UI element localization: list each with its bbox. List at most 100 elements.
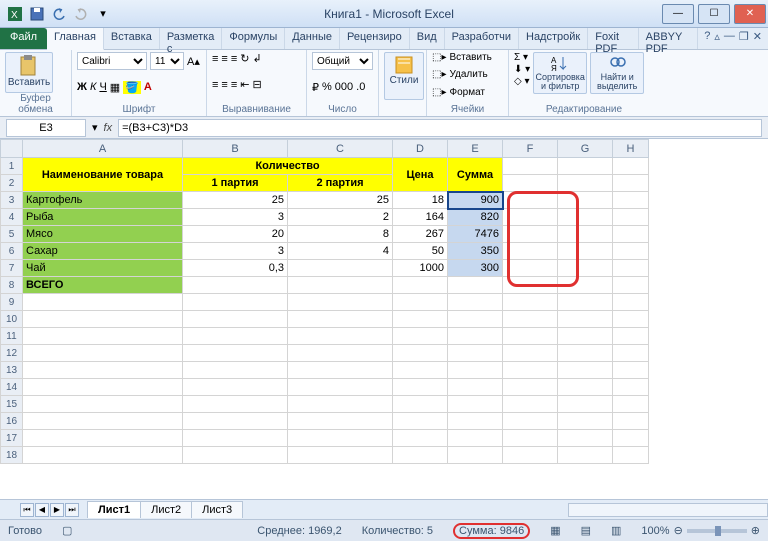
zoom-out-icon[interactable]: ⊖ bbox=[674, 524, 683, 537]
align-top-icon[interactable]: ≡ bbox=[212, 53, 218, 65]
cell-delete-icon[interactable]: ⬚▸ bbox=[432, 69, 446, 80]
fx-icon[interactable]: fx bbox=[104, 122, 113, 134]
close-button[interactable]: ✕ bbox=[734, 4, 766, 24]
table-row[interactable]: 5 Мясо 20 8 267 7476 bbox=[1, 226, 649, 243]
underline-icon[interactable]: Ч bbox=[99, 81, 106, 93]
decimal-inc-icon[interactable]: .0 bbox=[356, 81, 365, 93]
cell[interactable]: 2 партия bbox=[288, 175, 393, 192]
cell[interactable]: Чай bbox=[23, 260, 183, 277]
cell-selected[interactable]: 820 bbox=[448, 209, 503, 226]
cells-delete-button[interactable]: Удалить bbox=[449, 69, 487, 80]
cell-selected[interactable]: 7476 bbox=[448, 226, 503, 243]
percent-icon[interactable]: % bbox=[322, 81, 332, 93]
cell[interactable] bbox=[288, 260, 393, 277]
sort-filter-button[interactable]: AЯ Сортировка и фильтр bbox=[533, 52, 587, 94]
orientation-icon[interactable]: ↻ bbox=[240, 52, 249, 65]
name-box[interactable] bbox=[6, 119, 86, 137]
find-button[interactable]: Найти и выделить bbox=[590, 52, 644, 94]
cell[interactable]: 25 bbox=[288, 192, 393, 209]
cells-format-button[interactable]: Формат bbox=[449, 87, 485, 98]
cell[interactable]: ВСЕГО bbox=[23, 277, 183, 294]
currency-icon[interactable]: ₽ bbox=[312, 81, 319, 94]
col-header-C[interactable]: C bbox=[288, 140, 393, 158]
view-layout-icon[interactable]: ▤ bbox=[581, 524, 591, 537]
cell[interactable]: Наименование товара bbox=[23, 158, 183, 192]
fill-color-icon[interactable]: 🪣 bbox=[123, 81, 141, 94]
col-header-D[interactable]: D bbox=[393, 140, 448, 158]
cell[interactable]: Цена bbox=[393, 158, 448, 192]
cell[interactable]: 50 bbox=[393, 243, 448, 260]
col-header-F[interactable]: F bbox=[503, 140, 558, 158]
zoom-in-icon[interactable]: ⊕ bbox=[751, 524, 760, 537]
grid[interactable]: A B C D E F G H 1 Наименование товара Ко… bbox=[0, 139, 649, 464]
styles-button[interactable]: Стили bbox=[384, 52, 424, 100]
sheet-nav-next-icon[interactable]: ▶ bbox=[50, 503, 64, 517]
sheet-nav-last-icon[interactable]: ⏭ bbox=[65, 503, 79, 517]
table-row[interactable]: 4 Рыба 3 2 164 820 bbox=[1, 209, 649, 226]
cell[interactable]: 3 bbox=[183, 209, 288, 226]
sheet-tab[interactable]: Лист1 bbox=[87, 501, 141, 518]
select-all[interactable] bbox=[1, 140, 23, 158]
table-row[interactable]: 3 Картофель 25 25 18 900 bbox=[1, 192, 649, 209]
fbar-dropdown-icon[interactable]: ▾ bbox=[92, 121, 98, 134]
zoom-slider[interactable] bbox=[687, 529, 747, 533]
cell[interactable]: 18 bbox=[393, 192, 448, 209]
formula-input[interactable] bbox=[118, 119, 762, 137]
qat-more-icon[interactable]: ▾ bbox=[94, 5, 112, 23]
fill-icon[interactable]: ⬇ ▾ bbox=[514, 64, 530, 75]
horizontal-scrollbar[interactable] bbox=[568, 503, 768, 517]
wrap-icon[interactable]: ↲ bbox=[252, 52, 261, 65]
worksheet[interactable]: A B C D E F G H 1 Наименование товара Ко… bbox=[0, 139, 768, 499]
align-center-icon[interactable]: ≡ bbox=[221, 79, 227, 91]
cell[interactable]: 0,3 bbox=[183, 260, 288, 277]
sheet-tab[interactable]: Лист2 bbox=[140, 501, 192, 518]
undo-icon[interactable] bbox=[50, 5, 68, 23]
cell[interactable]: 1000 bbox=[393, 260, 448, 277]
align-mid-icon[interactable]: ≡ bbox=[221, 53, 227, 65]
cell[interactable]: 1 партия bbox=[183, 175, 288, 192]
paste-button[interactable]: Вставить bbox=[5, 52, 53, 93]
font-size-select[interactable]: 11 bbox=[150, 52, 184, 70]
help-icon[interactable]: ? bbox=[704, 30, 710, 47]
save-icon[interactable] bbox=[28, 5, 46, 23]
font-color-icon[interactable]: A bbox=[144, 81, 152, 93]
cell[interactable]: 2 bbox=[288, 209, 393, 226]
cell-format-icon[interactable]: ⬚▸ bbox=[432, 87, 446, 98]
cells-insert-button[interactable]: Вставить bbox=[449, 52, 491, 63]
tab-formulas[interactable]: Формулы bbox=[222, 28, 285, 49]
maximize-button[interactable]: ☐ bbox=[698, 4, 730, 24]
clear-icon[interactable]: ◇ ▾ bbox=[514, 76, 530, 87]
italic-icon[interactable]: К bbox=[90, 81, 96, 93]
col-header-B[interactable]: B bbox=[183, 140, 288, 158]
view-normal-icon[interactable]: ▦ bbox=[550, 524, 560, 537]
autosum-icon[interactable]: Σ ▾ bbox=[514, 52, 530, 63]
sheet-max-icon[interactable]: ❐ bbox=[739, 30, 749, 47]
cell[interactable]: Количество bbox=[183, 158, 393, 175]
tab-file[interactable]: Файл bbox=[0, 28, 47, 49]
tab-view[interactable]: Вид bbox=[410, 28, 445, 49]
table-row[interactable]: 7 Чай 0,3 1000 300 bbox=[1, 260, 649, 277]
sheet-min-icon[interactable]: — bbox=[724, 30, 735, 47]
record-macro-icon[interactable]: ▢ bbox=[62, 524, 72, 537]
cell[interactable]: Картофель bbox=[23, 192, 183, 209]
align-right-icon[interactable]: ≡ bbox=[231, 79, 237, 91]
sheet-close-icon[interactable]: ✕ bbox=[753, 30, 762, 47]
table-row[interactable]: 6 Сахар 3 4 50 350 bbox=[1, 243, 649, 260]
cell[interactable]: 3 bbox=[183, 243, 288, 260]
cell[interactable]: 20 bbox=[183, 226, 288, 243]
cell-selected[interactable]: 300 bbox=[448, 260, 503, 277]
border-icon[interactable]: ▦ bbox=[110, 81, 120, 94]
col-header-G[interactable]: G bbox=[558, 140, 613, 158]
cell[interactable]: Мясо bbox=[23, 226, 183, 243]
col-header-A[interactable]: A bbox=[23, 140, 183, 158]
tab-addins[interactable]: Надстройк bbox=[519, 28, 588, 49]
cell[interactable]: 164 bbox=[393, 209, 448, 226]
tab-review[interactable]: Рецензиро bbox=[340, 28, 410, 49]
bold-icon[interactable]: Ж bbox=[77, 81, 87, 93]
table-row[interactable]: 8 ВСЕГО bbox=[1, 277, 649, 294]
indent-dec-icon[interactable]: ⇤ bbox=[240, 78, 249, 91]
tab-insert[interactable]: Вставка bbox=[104, 28, 160, 49]
sheet-tab[interactable]: Лист3 bbox=[191, 501, 243, 518]
cell[interactable]: Сумма bbox=[448, 158, 503, 192]
tab-abbyy[interactable]: ABBYY PDF bbox=[639, 28, 699, 49]
